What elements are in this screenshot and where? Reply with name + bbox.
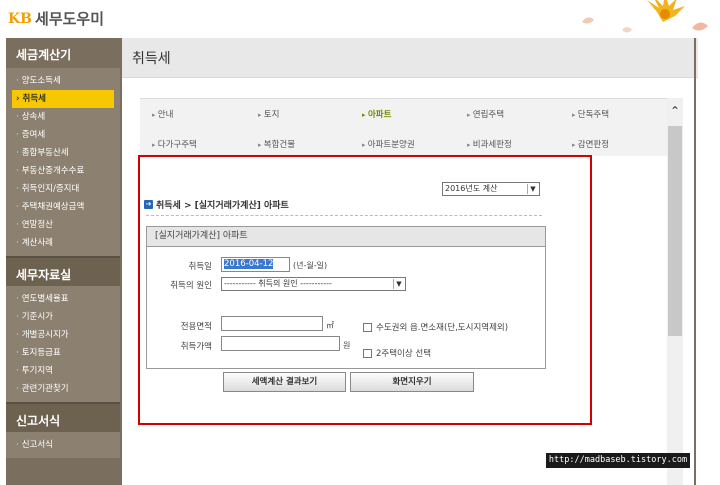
sidebar-section-title: 세금계산기	[16, 48, 72, 62]
breadcrumb: ➔ 취득세 > [실지거래가계산] 아파트	[144, 198, 289, 211]
clear-screen-button[interactable]: 화면지우기	[350, 372, 474, 392]
capital-area-checkbox[interactable]: 수도권외 읍.면소재(단,도시지역제외)	[363, 321, 508, 333]
checkbox-box[interactable]	[363, 348, 372, 358]
sidebar-menu-forms: 신고서식	[6, 432, 120, 458]
scrollbar[interactable]: ⌃	[667, 98, 683, 485]
cause-label: 취득의 원인	[170, 281, 212, 291]
sidebar-item-property-tax[interactable]: 종합부동산세	[6, 144, 120, 162]
tab-multi-family[interactable]: 다가구주택	[152, 138, 197, 150]
acq-date-label: 취득일	[188, 262, 212, 272]
price-label: 취득가액	[180, 342, 212, 352]
sidebar-item-land-grade[interactable]: 토지등급표	[6, 344, 120, 362]
area-label: 전용면적	[180, 322, 212, 332]
sidebar-item-brokerage-fee[interactable]: 부동산중개수수료	[6, 162, 120, 180]
acq-date-hint: (년-월-일)	[293, 261, 328, 270]
sidebar-item-tax-rates[interactable]: 연도별세율표	[6, 290, 120, 308]
panel-title: [실지거래가계산] 아파트	[147, 227, 545, 247]
tab-presale-right[interactable]: 아파트분양권	[362, 138, 415, 150]
price-unit: 원	[343, 341, 351, 350]
year-select[interactable]: 2016년도 계산 ▼	[442, 182, 540, 196]
acq-date-input[interactable]: 2016-04-12	[221, 257, 290, 272]
page-header: 취득세	[122, 38, 698, 78]
sidebar-item-transfer-tax[interactable]: 양도소득세	[6, 72, 120, 90]
sidebar-section-title: 신고서식	[6, 402, 120, 432]
flower-decoration	[582, 0, 708, 33]
scroll-thumb[interactable]	[668, 126, 682, 336]
sidebar: 세금계산기 양도소득세 취득세 상속세 증여세 종합부동산세 부동산중개수수료 …	[6, 38, 120, 485]
capital-area-label: 수도권외 읍.면소재(단,도시지역제외)	[376, 323, 509, 333]
year-select-value: 2016년도 계산	[445, 184, 498, 193]
page-title: 취득세	[132, 51, 171, 67]
sidebar-item-land-price[interactable]: 개별공시지가	[6, 326, 120, 344]
logo-mark: KB	[8, 10, 33, 27]
breadcrumb-text: 취득세 > [실지거래가계산] 아파트	[156, 201, 289, 211]
tab-nontaxable[interactable]: 비과세판정	[467, 138, 512, 150]
sidebar-item-bond-amount[interactable]: 주택채권예상금액	[6, 198, 120, 216]
tab-row-house[interactable]: 연립주택	[467, 108, 504, 120]
sidebar-item-forms[interactable]: 신고서식	[6, 436, 120, 454]
sidebar-item-year-end[interactable]: 연말정산	[6, 216, 120, 234]
calc-result-button[interactable]: 세액계산 결과보기	[223, 372, 346, 392]
sidebar-item-speculation-zone[interactable]: 투기지역	[6, 362, 120, 380]
tab-reduction[interactable]: 감면판정	[572, 138, 609, 150]
checkbox-box[interactable]	[363, 322, 372, 332]
sidebar-item-standard-price[interactable]: 기준시가	[6, 308, 120, 326]
two-homes-checkbox[interactable]: 2주택이상 선택	[363, 347, 431, 359]
sidebar-item-agencies[interactable]: 관련기관찾기	[6, 380, 120, 398]
sidebar-item-acquisition-tax[interactable]: 취득세	[12, 90, 114, 108]
tab-guide[interactable]: 안내	[152, 108, 174, 120]
acq-date-value: 2016-04-12	[224, 259, 274, 269]
sidebar-item-examples[interactable]: 계산사례	[6, 234, 120, 252]
cause-select[interactable]: ----------- 취득의 원인 ----------- ▼	[221, 277, 406, 291]
frame-border	[694, 38, 696, 485]
divider	[146, 215, 542, 216]
cause-select-value: ----------- 취득의 원인 -----------	[224, 279, 332, 288]
two-homes-label: 2주택이상 선택	[376, 349, 432, 359]
watermark: http://madbaseb.tistory.com	[546, 453, 690, 468]
sidebar-menu-resources: 연도별세율표 기준시가 개별공시지가 토지등급표 투기지역 관련기관찾기	[6, 286, 120, 402]
logo[interactable]: KB 세무도우미	[8, 8, 104, 29]
sidebar-section-title: 세무자료실	[6, 256, 120, 286]
area-unit: ㎡	[326, 321, 334, 330]
tab-detached-house[interactable]: 단독주택	[572, 108, 609, 120]
scroll-up-icon[interactable]: ⌃	[667, 104, 683, 118]
tab-apartment[interactable]: 아파트	[362, 108, 391, 120]
top-bar: KB 세무도우미	[0, 0, 720, 38]
logo-text: 세무도우미	[35, 10, 105, 28]
tab-land[interactable]: 토지	[258, 108, 280, 120]
area-input[interactable]	[221, 316, 323, 331]
sidebar-item-inheritance-tax[interactable]: 상속세	[6, 108, 120, 126]
sidebar-item-gift-tax[interactable]: 증여세	[6, 126, 120, 144]
sidebar-menu-tax-calc: 양도소득세 취득세 상속세 증여세 종합부동산세 부동산중개수수료 취득인지/증…	[6, 68, 120, 256]
chevron-down-icon: ▼	[393, 279, 404, 289]
tab-mixed-building[interactable]: 복합건물	[258, 138, 295, 150]
arrow-right-icon: ➔	[144, 200, 153, 209]
category-tabs: 안내 토지 아파트 연립주택 단독주택 다가구주택 복합건물 아파트분양권 비과…	[140, 98, 667, 156]
price-input[interactable]	[221, 336, 340, 351]
sidebar-item-stamp-fee[interactable]: 취득인지/증지대	[6, 180, 120, 198]
chevron-down-icon: ▼	[527, 184, 538, 194]
